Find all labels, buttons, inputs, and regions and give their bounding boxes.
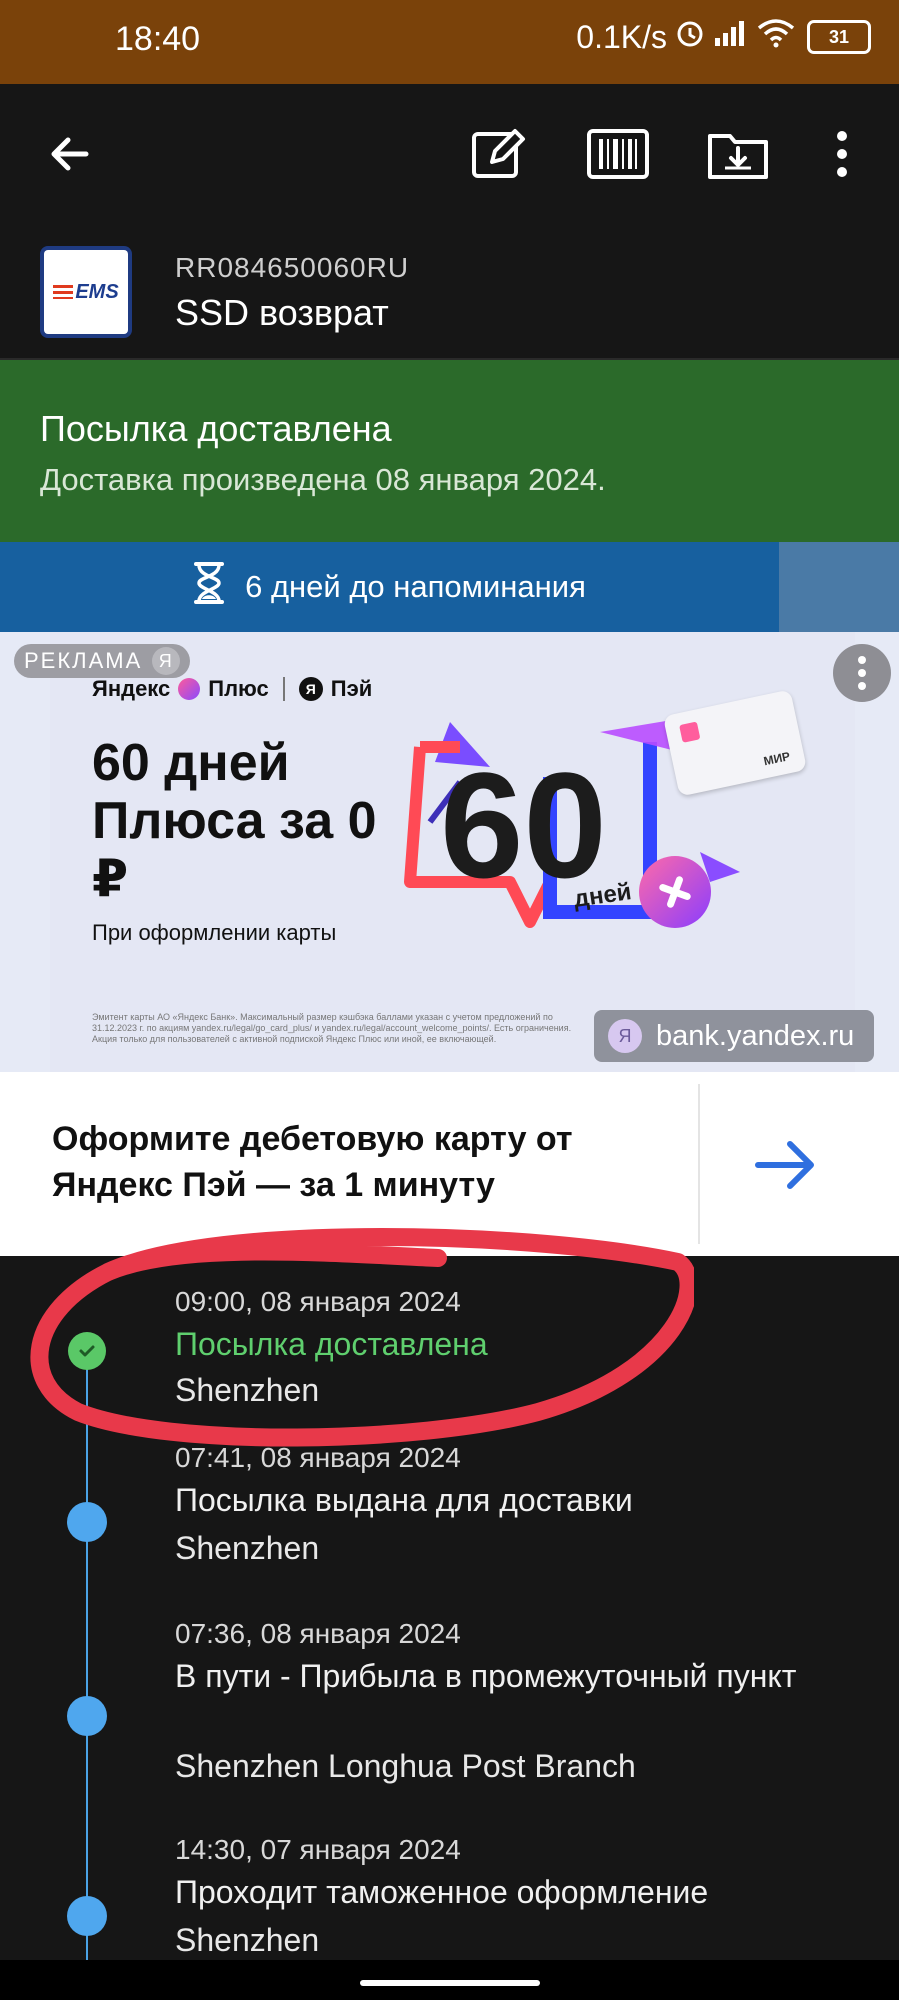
ad-headline: 60 дней Плюса за 0 ₽ bbox=[92, 734, 377, 908]
event-time: 09:00, 08 января 2024 bbox=[175, 1286, 461, 1317]
carrier-logo: EMS bbox=[40, 246, 132, 338]
tracking-timeline: 09:00, 08 января 2024 Посылка доставлена… bbox=[0, 1256, 899, 1960]
event-place: Shenzhen bbox=[175, 1530, 320, 1566]
check-icon bbox=[68, 1332, 106, 1370]
reminder-bar[interactable]: 6 дней до напоминания bbox=[0, 542, 779, 632]
battery-icon: 31 bbox=[807, 20, 871, 54]
edit-icon[interactable] bbox=[466, 122, 530, 186]
ad-subline: При оформлении карты bbox=[92, 920, 337, 945]
tracking-number: RR084650060RU bbox=[175, 252, 410, 283]
ad-label-text: РЕКЛАМА bbox=[24, 648, 143, 673]
signal-icon bbox=[713, 18, 749, 56]
ad-label: РЕКЛАМА Я bbox=[14, 644, 191, 678]
ad-cta-text: Оформите дебетовую карту от Яндекс Пэй —… bbox=[52, 1120, 573, 1204]
ad-brand: Яндекс Плюс Я Пэй bbox=[92, 676, 372, 702]
event-time: 07:36, 08 января 2024 bbox=[175, 1618, 461, 1649]
brand-pay: Пэй bbox=[330, 676, 373, 701]
ad-cta[interactable]: Оформите дебетовую карту от Яндекс Пэй —… bbox=[0, 1072, 899, 1256]
event-status: В пути - Прибыла в промежуточный пункт bbox=[175, 1658, 797, 1694]
archive-icon[interactable] bbox=[706, 122, 770, 186]
carrier-logo-text: EMS bbox=[75, 280, 119, 303]
ad-more-icon[interactable] bbox=[833, 644, 891, 702]
delivered-banner: Посылка доставлена Доставка произведена … bbox=[0, 360, 899, 542]
barcode-icon[interactable] bbox=[586, 122, 650, 186]
event-status: Посылка доставлена bbox=[175, 1326, 488, 1362]
timeline-dot bbox=[67, 1696, 107, 1736]
app-bar bbox=[0, 84, 899, 228]
delivered-subtitle: Доставка произведена 08 января 2024. bbox=[40, 462, 606, 497]
ad-link-text: bank.yandex.ru bbox=[656, 1019, 855, 1052]
event-time: 07:41, 08 января 2024 bbox=[175, 1442, 461, 1473]
event-place: Shenzhen bbox=[175, 1922, 320, 1958]
reminder-side-panel bbox=[779, 542, 899, 632]
network-speed: 0.1K/s bbox=[576, 18, 667, 55]
ad-banner[interactable]: 60 дней МИР РЕКЛАМА Я Яндекс Плюс Я Пэй … bbox=[0, 632, 899, 1072]
event-status: Проходит таможенное оформление bbox=[175, 1874, 709, 1910]
back-arrow-icon[interactable] bbox=[38, 122, 102, 186]
brand-plus: Плюс bbox=[208, 676, 269, 701]
alarm-icon bbox=[675, 18, 705, 56]
reminder-text: 6 дней до напоминания bbox=[245, 569, 586, 604]
timeline-line bbox=[86, 1346, 88, 1960]
parcel-name: SSD возврат bbox=[175, 292, 389, 333]
sixty-number: 60 bbox=[440, 741, 607, 909]
more-vert-icon[interactable] bbox=[810, 122, 874, 186]
timeline-dot bbox=[67, 1502, 107, 1542]
status-icons: 0.1K/s 31 bbox=[576, 18, 871, 56]
ad-fine-print: Эмитент карты АО «Яндекс Банк». Максимал… bbox=[92, 1012, 572, 1044]
ad-cta-divider bbox=[698, 1084, 700, 1244]
event-place: Shenzhen bbox=[175, 1372, 320, 1408]
brand-yandex: Яндекс bbox=[92, 676, 171, 701]
parcel-header: EMS RR084650060RU SSD возврат bbox=[0, 228, 899, 360]
card-brand: МИР bbox=[762, 749, 792, 769]
yandex-pay-icon: Я bbox=[298, 677, 323, 701]
event-status: Посылка выдана для доставки bbox=[175, 1482, 633, 1518]
wifi-icon bbox=[757, 18, 795, 56]
hourglass-icon bbox=[193, 561, 225, 613]
event-place: Shenzhen Longhua Post Branch bbox=[175, 1748, 636, 1784]
yandex-link-icon: Я bbox=[608, 1019, 642, 1053]
delivered-title: Посылка доставлена bbox=[40, 408, 392, 449]
status-time: 18:40 bbox=[115, 20, 201, 58]
yandex-badge-icon: Я bbox=[152, 647, 181, 675]
status-bar: 18:40 0.1K/s 31 bbox=[0, 0, 899, 84]
system-nav-bar bbox=[0, 1960, 899, 2000]
event-time: 14:30, 07 января 2024 bbox=[175, 1834, 461, 1865]
home-handle[interactable] bbox=[360, 1980, 540, 1986]
arrow-right-icon[interactable] bbox=[752, 1132, 818, 1198]
ad-link[interactable]: Я bank.yandex.ru bbox=[594, 1010, 875, 1062]
timeline-dot bbox=[67, 1896, 107, 1936]
plus-icon bbox=[178, 678, 201, 700]
